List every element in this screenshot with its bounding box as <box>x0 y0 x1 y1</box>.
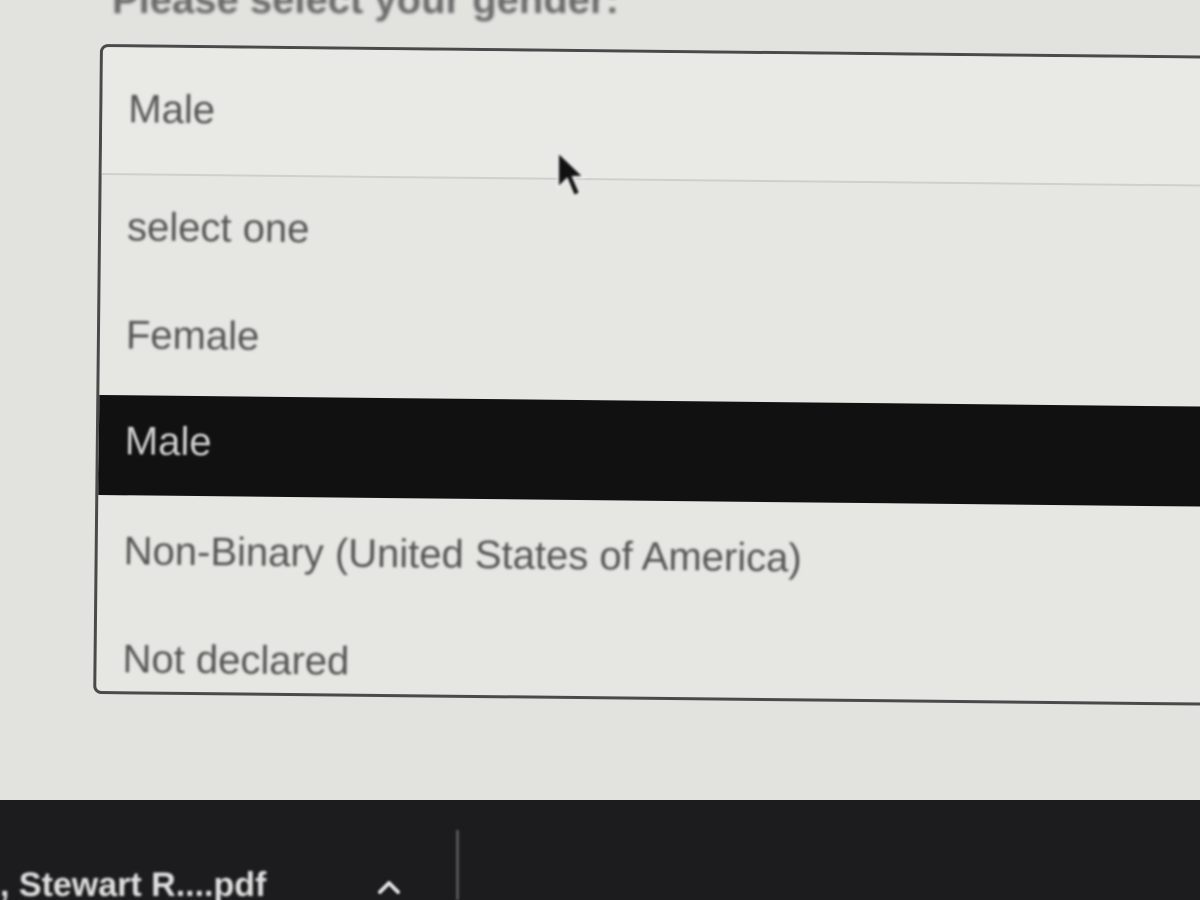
select-options-list: select one Female Male Non-Binary (Unite… <box>96 175 1200 706</box>
option-label: Female <box>125 313 260 359</box>
gender-select[interactable]: Male ▾ select one Female Male Non-Binary… <box>93 44 1200 706</box>
download-bar: , Stewart R....pdf <box>0 800 1200 900</box>
question-label: Please select your gender: <box>112 0 619 22</box>
option-label: Not declared <box>122 637 350 684</box>
option-female[interactable]: Female <box>99 283 1200 403</box>
chevron-up-icon[interactable] <box>376 874 402 900</box>
option-label: Non-Binary (United States of America) <box>123 529 802 581</box>
option-not-declared[interactable]: Not declared <box>96 607 1200 706</box>
taskbar-divider <box>456 830 459 900</box>
download-item[interactable]: , Stewart R....pdf <box>0 862 440 900</box>
option-label: Male <box>124 419 212 465</box>
option-non-binary[interactable]: Non-Binary (United States of America) <box>97 499 1200 619</box>
gender-form-page: Please select your gender: Male ▾ select… <box>0 0 1200 900</box>
option-select-one[interactable]: select one <box>100 175 1200 295</box>
download-file-name: , Stewart R....pdf <box>0 866 267 900</box>
option-male[interactable]: Male <box>98 395 1200 507</box>
option-label: select one <box>126 205 310 252</box>
select-current-value-box[interactable]: Male ▾ <box>101 47 1200 187</box>
mouse-pointer-icon <box>557 150 586 198</box>
select-current-value: Male <box>128 87 216 133</box>
